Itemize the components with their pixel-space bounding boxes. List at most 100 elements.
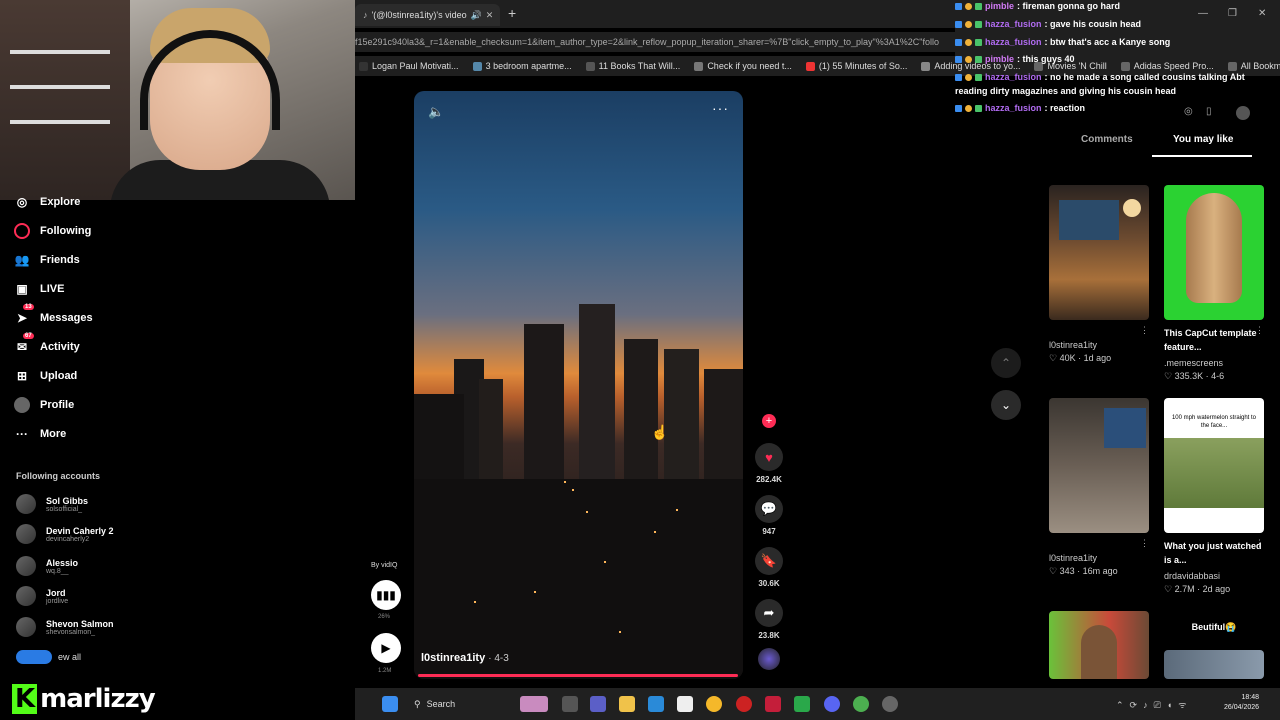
video-thumbnail[interactable] bbox=[1164, 185, 1264, 320]
card-author[interactable]: .memescreens bbox=[1164, 358, 1223, 368]
bookmark[interactable]: Adidas Speed Pro... bbox=[1120, 61, 1214, 71]
bookmark[interactable]: All Bookmarks bbox=[1227, 61, 1280, 71]
streamer-name: marlizzy bbox=[40, 684, 155, 714]
bookmark[interactable]: Check if you need t... bbox=[694, 61, 792, 71]
sidebar-item-following[interactable]: Following bbox=[14, 223, 91, 239]
video-thumbnail[interactable]: 100 mph watermelon straight to the face.… bbox=[1164, 398, 1264, 533]
following-account[interactable]: Sol Gibbs solsofficial_ bbox=[16, 494, 88, 514]
card-author[interactable]: l0stinrea1ity bbox=[1049, 340, 1097, 350]
volume-icon[interactable]: 🔈 bbox=[428, 104, 444, 120]
chrome-icon[interactable] bbox=[853, 696, 869, 712]
share-icon[interactable]: ➦ bbox=[755, 599, 783, 627]
send-icon: ➤ 13 bbox=[16, 304, 34, 325]
following-account[interactable]: Shevon Salmon shevonsalmon_ bbox=[16, 617, 114, 637]
previous-video-button[interactable]: ⌃ bbox=[991, 348, 1021, 378]
browser-tab[interactable]: ♪ '(@l0stinrea1ity)'s videos w 🔊 ✕ bbox=[355, 4, 500, 26]
share-action[interactable]: ➦ 23.8K bbox=[754, 599, 784, 640]
teams-icon[interactable] bbox=[590, 696, 606, 712]
next-video-button[interactable]: ⌄ bbox=[991, 390, 1021, 420]
following-account[interactable]: Alessio wq.8__ bbox=[16, 556, 78, 576]
see-all-link[interactable]: ew all bbox=[16, 650, 81, 664]
bookmark[interactable]: 3 bedroom apartme... bbox=[472, 61, 572, 71]
comment-action[interactable]: 💬 947 bbox=[754, 495, 784, 536]
more-options-icon[interactable]: ⋮ bbox=[1140, 325, 1149, 336]
store-icon[interactable] bbox=[677, 696, 693, 712]
file-explorer-icon[interactable] bbox=[619, 696, 635, 712]
badge-icon bbox=[955, 55, 962, 63]
follow-plus-button[interactable]: + bbox=[762, 414, 776, 428]
heart-icon[interactable]: ♥ bbox=[755, 443, 783, 471]
sidebar-item-explore[interactable]: ◎ Explore bbox=[14, 194, 81, 210]
video-player[interactable] bbox=[414, 91, 743, 679]
avatar[interactable] bbox=[1236, 106, 1250, 120]
card-author[interactable]: l0stinrea1ity bbox=[1049, 553, 1097, 563]
person-figure bbox=[1081, 625, 1117, 679]
card-title[interactable]: This CapCut template feature... bbox=[1164, 326, 1264, 354]
bookmark[interactable]: 11 Books That Will... bbox=[585, 61, 681, 71]
taskbar-search[interactable]: ⚲ Search bbox=[408, 694, 518, 714]
sidebar-item-label: Activity bbox=[40, 341, 80, 353]
sidebar-item-more[interactable]: ··· More bbox=[14, 426, 66, 442]
video-author[interactable]: l0stinrea1ity · 4-3 bbox=[421, 652, 509, 664]
sidebar-item-upload[interactable]: ⊞ Upload bbox=[14, 368, 77, 384]
window-light bbox=[604, 561, 606, 563]
more-options-icon[interactable]: ⋮ bbox=[1140, 538, 1149, 549]
following-account[interactable]: Devin Caherly 2 devincaherly2 bbox=[16, 524, 114, 544]
xbox-icon[interactable] bbox=[794, 696, 810, 712]
tab-comments[interactable]: Comments bbox=[1081, 134, 1133, 145]
sidebar-item-messages[interactable]: ➤ 13 Messages bbox=[14, 304, 93, 326]
edge-icon[interactable] bbox=[648, 696, 664, 712]
close-icon[interactable]: ✕ bbox=[486, 10, 494, 21]
card-title[interactable]: What you just watched is a... bbox=[1164, 539, 1264, 567]
sidebar-item-activity[interactable]: ✉ 67 Activity bbox=[14, 333, 80, 355]
speaker-icon[interactable]: 🔊 bbox=[471, 10, 482, 21]
system-tray-icons[interactable]: ⌃⟳♪⎚◖ᯤ bbox=[1116, 698, 1192, 711]
tab-you-may-like[interactable]: You may like bbox=[1173, 134, 1233, 145]
card-author[interactable]: drdavidabbasi bbox=[1164, 571, 1220, 581]
card-meta: ♡ 40K · 1d ago bbox=[1049, 353, 1112, 363]
video-thumbnail[interactable] bbox=[1049, 611, 1149, 679]
window-view bbox=[1059, 200, 1119, 240]
save-action[interactable]: 🔖 30.6K bbox=[754, 547, 784, 588]
comment-icon[interactable]: 💬 bbox=[755, 495, 783, 523]
widget-icon[interactable] bbox=[520, 696, 548, 712]
video-progress-bar[interactable] bbox=[418, 674, 738, 677]
acrobat-icon[interactable] bbox=[765, 696, 781, 712]
see-all-label: ew all bbox=[58, 652, 82, 662]
address-bar[interactable]: f15e291c940la3&_r=1&enable_checksum=1&it… bbox=[355, 32, 955, 52]
bookmark[interactable]: Logan Paul Motivati... bbox=[359, 61, 459, 71]
bookmark[interactable]: (1) 55 Minutes of So... bbox=[805, 61, 907, 71]
taskview-icon[interactable] bbox=[562, 696, 578, 712]
card-title[interactable]: Beutiful😭 bbox=[1164, 620, 1264, 634]
restore-icon[interactable]: ❐ bbox=[1228, 8, 1237, 19]
video-thumbnail[interactable] bbox=[1049, 398, 1149, 533]
bookmark-label: 11 Books That Will... bbox=[598, 61, 681, 71]
taskbar-clock[interactable]: 18:48 26/04/2026 bbox=[1224, 693, 1259, 713]
compass-icon[interactable]: ◎ bbox=[1184, 106, 1193, 117]
bookmark-icon[interactable]: 🔖 bbox=[755, 547, 783, 575]
window-light bbox=[586, 511, 588, 513]
app-icon[interactable] bbox=[706, 696, 722, 712]
sidebar-item-profile[interactable]: Profile bbox=[14, 397, 74, 413]
play-count: 1.2M bbox=[378, 668, 392, 674]
windows-start-icon[interactable] bbox=[382, 696, 398, 712]
chat-username: hazza_fusion bbox=[985, 19, 1042, 29]
sidebar-item-live[interactable]: ▣ LIVE bbox=[14, 281, 64, 297]
close-window-icon[interactable]: ✕ bbox=[1258, 8, 1266, 19]
video-thumbnail[interactable] bbox=[1049, 185, 1149, 320]
audio-bars-icon[interactable]: ▮▮▮ bbox=[371, 580, 401, 610]
sidebar-item-friends[interactable]: 👥 Friends bbox=[14, 252, 80, 268]
like-action[interactable]: ♥ 282.4K bbox=[754, 443, 784, 484]
play-icon[interactable]: ▶ bbox=[371, 633, 401, 663]
minimize-icon[interactable]: — bbox=[1198, 8, 1208, 19]
opera-icon[interactable] bbox=[736, 696, 752, 712]
foreground-buildings bbox=[414, 479, 743, 679]
new-tab-button[interactable]: + bbox=[508, 5, 516, 21]
music-disc-icon[interactable] bbox=[758, 648, 780, 670]
phone-icon[interactable]: ▯ bbox=[1206, 106, 1212, 117]
following-account[interactable]: Jord jordlive bbox=[16, 586, 68, 606]
ellipsis-icon[interactable]: ··· bbox=[712, 100, 729, 116]
video-thumbnail[interactable] bbox=[1164, 650, 1264, 679]
settings-icon[interactable] bbox=[882, 696, 898, 712]
discord-icon[interactable] bbox=[824, 696, 840, 712]
